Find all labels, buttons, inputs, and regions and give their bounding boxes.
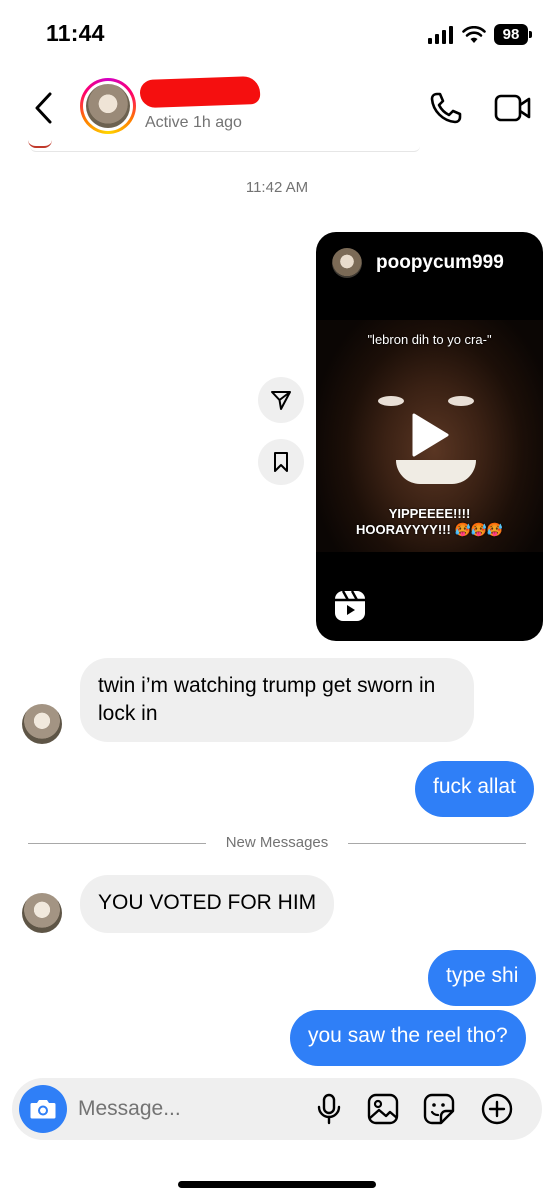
share-button[interactable]	[258, 377, 304, 423]
thumbnail-eye	[378, 396, 404, 406]
message-input[interactable]	[78, 1092, 298, 1126]
reel-caption-bottom-line1: YIPPEEEE!!!!	[388, 506, 471, 521]
reel-thumbnail: "lebron dih to yo cra-" YIPPEEEE!!!! HOO…	[316, 320, 543, 552]
sender-avatar[interactable]	[22, 704, 62, 744]
incoming-message[interactable]: twin i’m watching trump get sworn in loc…	[80, 658, 474, 742]
reel-caption-top: "lebron dih to yo cra-"	[367, 332, 492, 347]
reel-caption-bottom-line2: HOORAYYYY!!! 🥵🥵🥵	[355, 522, 504, 537]
new-messages-divider: New Messages	[28, 832, 526, 854]
reels-icon	[335, 590, 365, 621]
camera-icon	[30, 1100, 56, 1119]
microphone-icon[interactable]	[312, 1092, 346, 1126]
divider-line	[348, 843, 526, 844]
reel-caption-bottom: YIPPEEEE!!!! HOORAYYYY!!! 🥵🥵🥵	[316, 506, 543, 538]
outgoing-message[interactable]: type shi	[428, 950, 537, 1006]
message-timestamp: 11:42 AM	[245, 179, 309, 196]
thumbnail-eye	[448, 396, 474, 406]
redacted-contact-name	[139, 75, 261, 109]
phone-icon[interactable]	[428, 90, 464, 126]
message-composer	[12, 1078, 542, 1140]
incoming-message[interactable]: YOU VOTED FOR HIM	[80, 875, 335, 933]
status-icons: 98	[428, 24, 532, 45]
plus-icon[interactable]	[480, 1092, 514, 1126]
outgoing-message[interactable]: fuck allat	[415, 761, 534, 817]
battery-indicator: 98	[494, 24, 532, 45]
thumbnail-smile	[396, 460, 476, 484]
previous-message-bubble-edge	[30, 146, 420, 152]
share-icon	[271, 391, 291, 410]
active-status: Active 1h ago	[145, 114, 242, 131]
contact-avatar[interactable]	[80, 78, 136, 134]
back-icon[interactable]	[28, 90, 60, 126]
home-indicator	[178, 1181, 376, 1188]
shared-reel-card[interactable]: poopycum999 "lebron dih to yo cra-" YIPP…	[316, 232, 543, 641]
bookmark-icon	[274, 452, 288, 472]
signal-icon	[428, 25, 453, 44]
chat-header: Active 1h ago	[0, 70, 554, 146]
gallery-icon[interactable]	[366, 1092, 400, 1126]
camera-button[interactable]	[19, 1085, 67, 1133]
wifi-icon	[462, 25, 486, 43]
reel-owner-username: poopycum999	[376, 252, 504, 273]
save-button[interactable]	[258, 439, 304, 485]
sender-avatar[interactable]	[22, 893, 62, 933]
outgoing-message[interactable]: you saw the reel tho?	[290, 1010, 526, 1066]
play-icon[interactable]	[410, 412, 450, 458]
video-camera-icon[interactable]	[494, 92, 532, 124]
sticker-icon[interactable]	[422, 1092, 456, 1126]
status-time: 11:44	[46, 20, 105, 46]
reel-owner-avatar	[332, 248, 362, 278]
status-bar: 11:44 98	[0, 0, 554, 70]
